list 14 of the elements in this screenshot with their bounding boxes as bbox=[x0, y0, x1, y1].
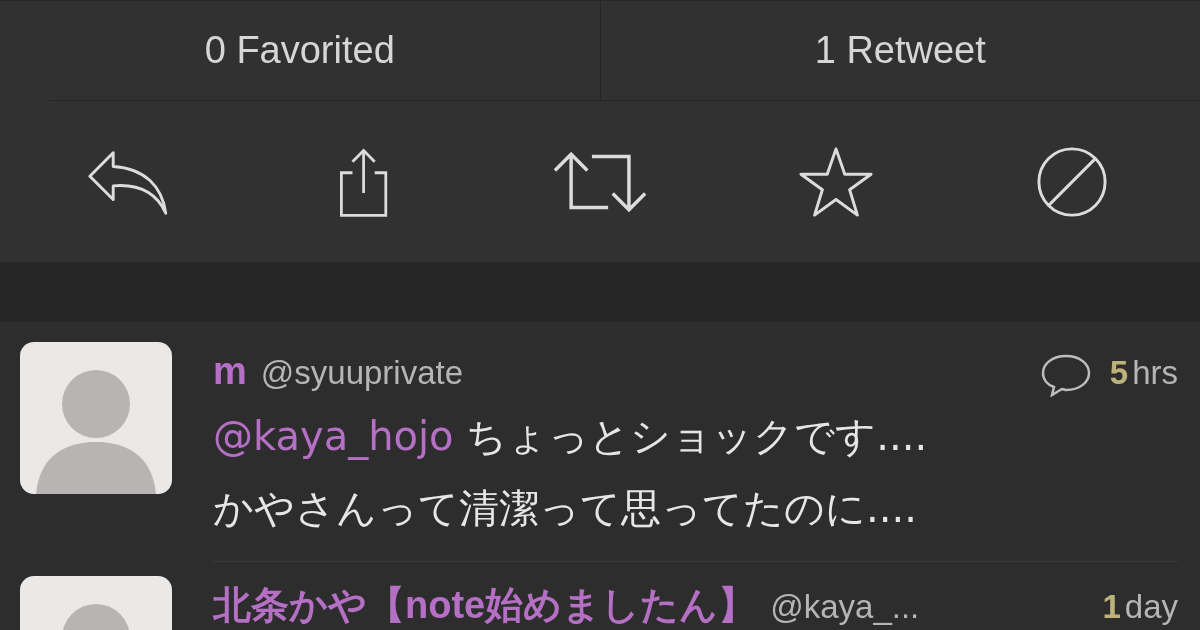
count-label[interactable]: 1 Retweet bbox=[814, 22, 986, 79]
user-handle[interactable]: @kaya_... bbox=[770, 590, 920, 623]
time-value: 1 bbox=[1102, 590, 1121, 623]
count-label[interactable]: 0 Favorited bbox=[204, 22, 395, 79]
user-handle[interactable]: @syuuprivate bbox=[260, 356, 464, 389]
user-name[interactable]: 北条かや【note始めましたん】 bbox=[213, 586, 757, 624]
tweet-text: @kaya_hojo ちょっとショックです.... かやさんって清潔って思ってたのに.... bbox=[213, 412, 929, 533]
time-unit: day bbox=[1124, 590, 1178, 623]
block-icon[interactable] bbox=[1035, 144, 1109, 219]
time-unit: hrs bbox=[1132, 356, 1178, 389]
user-name[interactable]: m bbox=[213, 352, 247, 390]
star-icon[interactable] bbox=[799, 144, 873, 219]
time-value: 5 bbox=[1109, 356, 1129, 389]
mention-link[interactable]: @kaya_hojo bbox=[213, 413, 454, 459]
